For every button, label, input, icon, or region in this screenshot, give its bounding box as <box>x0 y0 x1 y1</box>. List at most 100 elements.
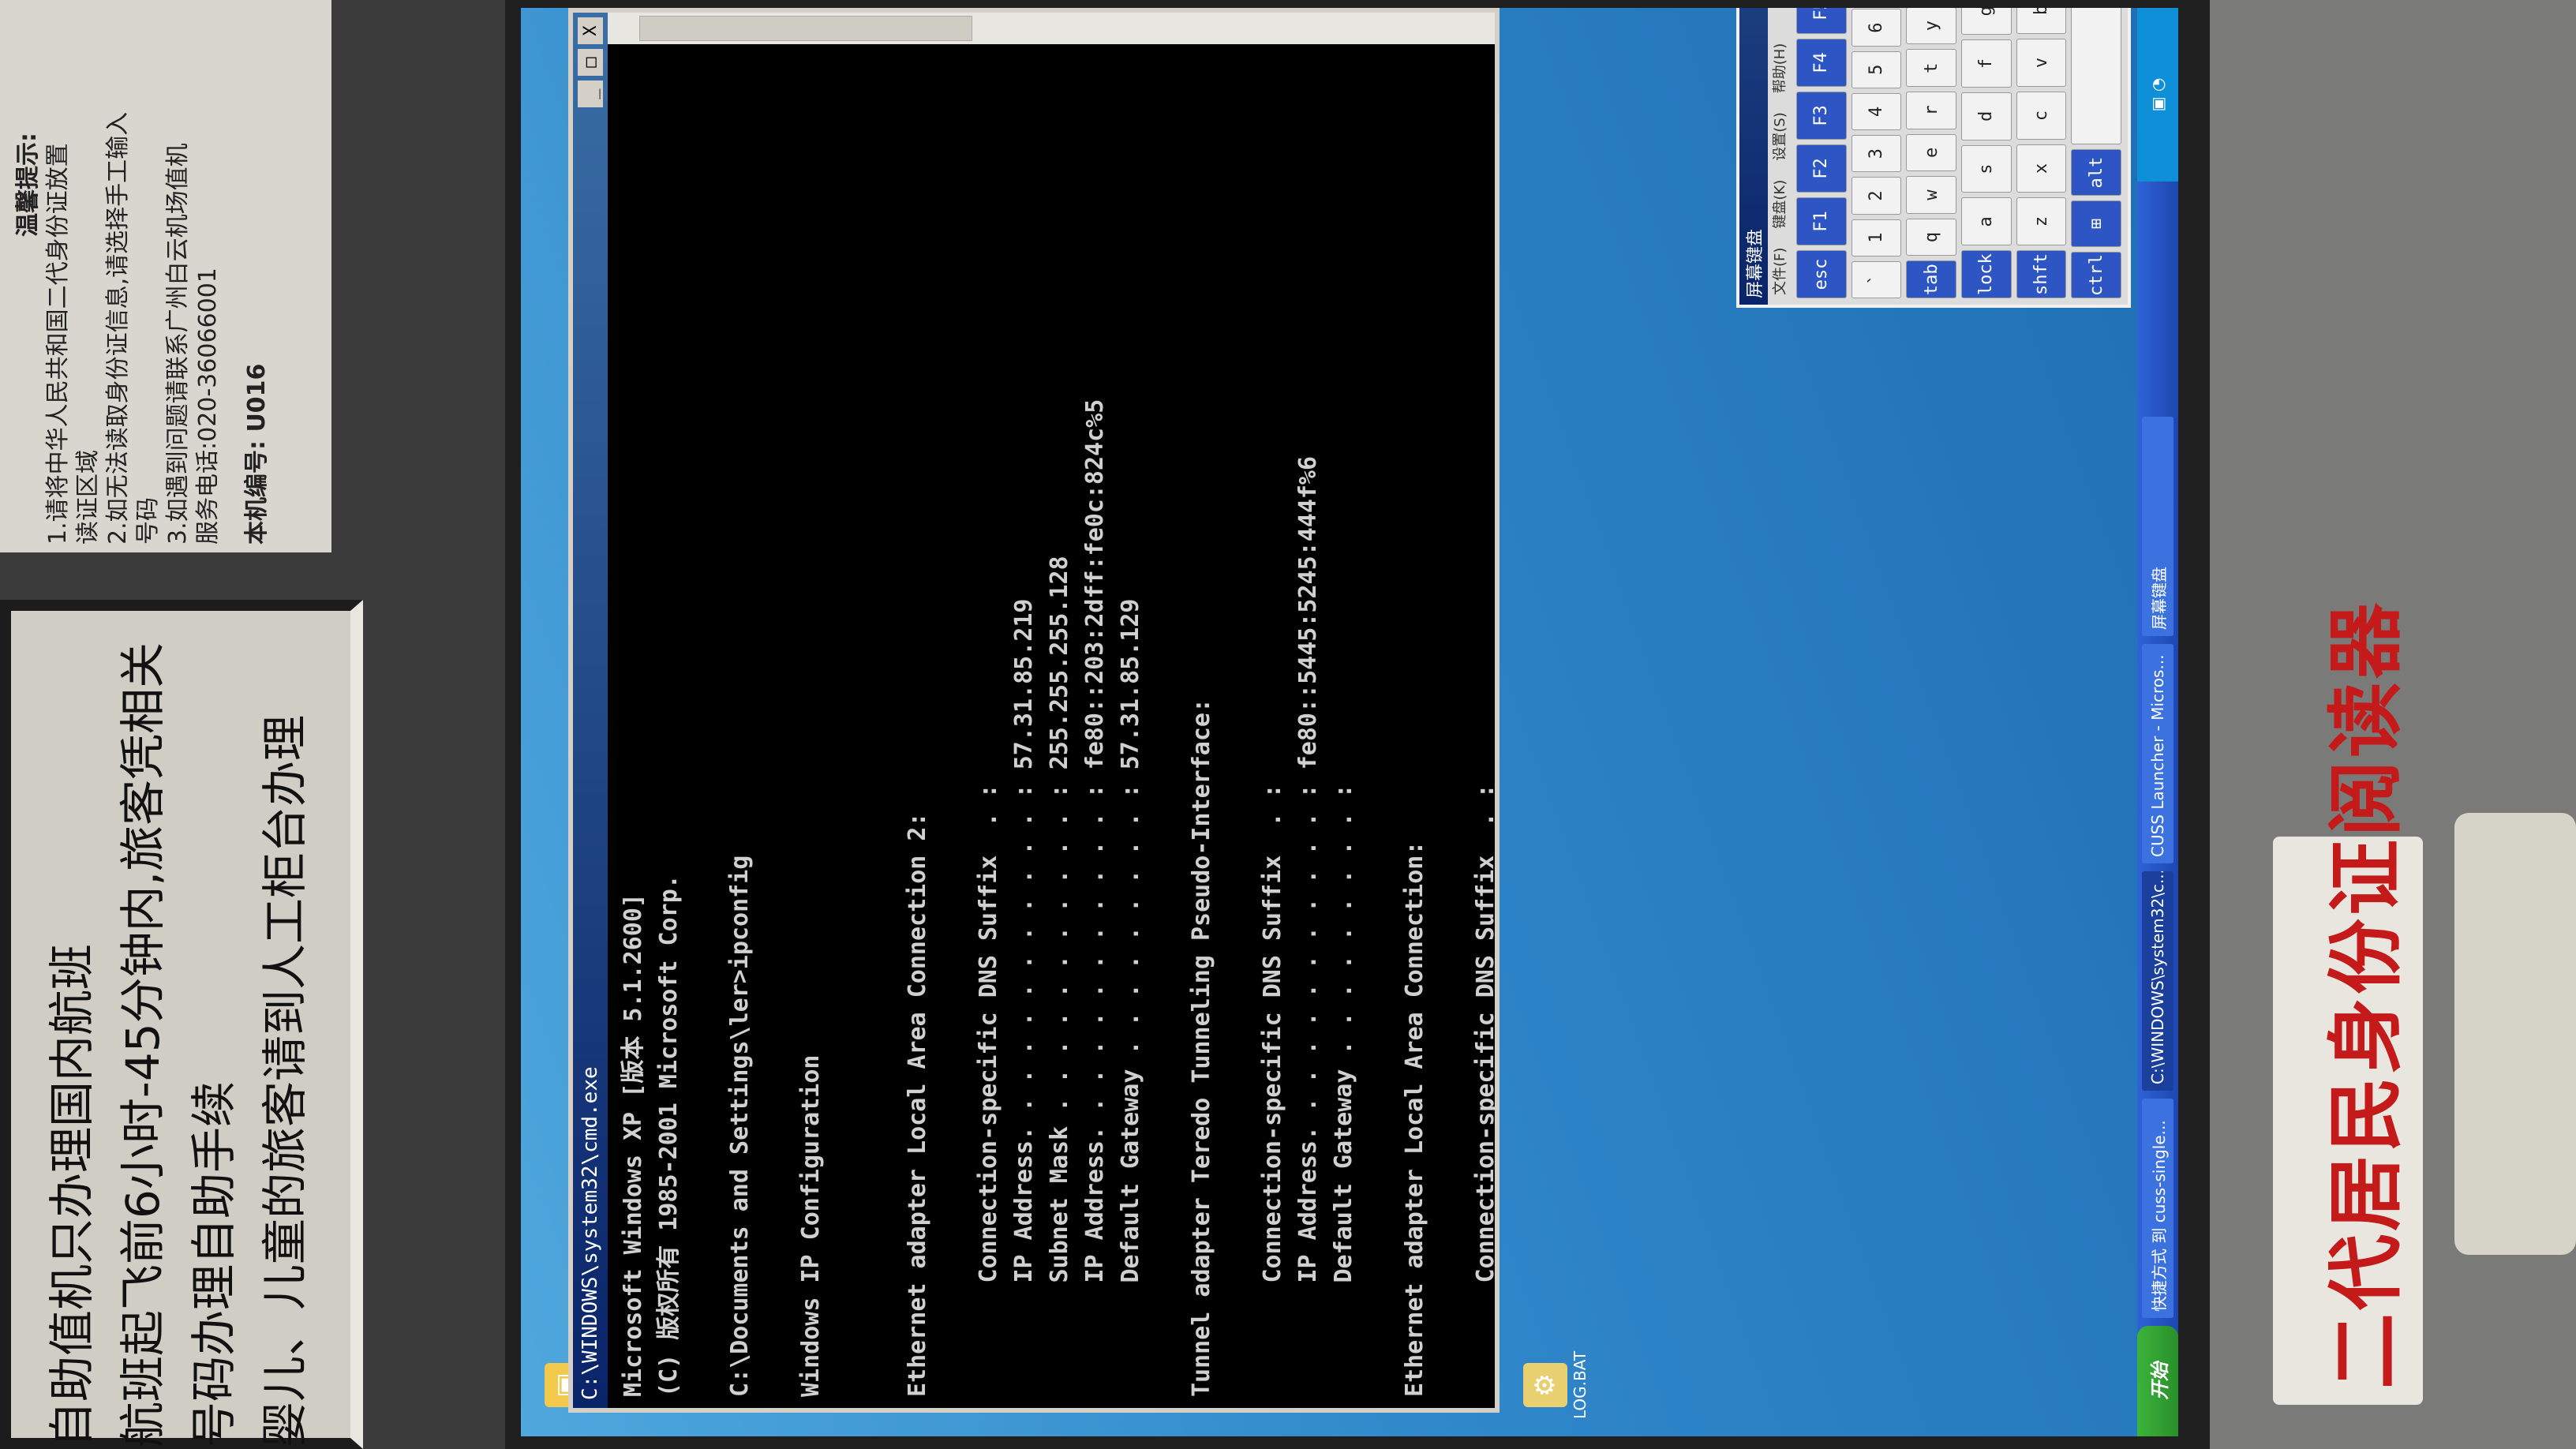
osk-key[interactable]: ctrl <box>2071 252 2122 298</box>
taskbar-item[interactable]: 快捷方式 到 cuss-single... <box>2142 1099 2174 1318</box>
osk-key[interactable]: 2 <box>1851 177 1902 215</box>
desktop-icon-label: LOG.BAT <box>1571 1350 1589 1420</box>
osk-menubar: 文件(F) 键盘(K) 设置(S) 帮助(H) <box>1768 8 1790 305</box>
osk-menu-keyboard[interactable]: 键盘(K) <box>1769 180 1789 229</box>
osk-key-row: lockasdfghjkl;'ent456 <box>1961 8 2012 298</box>
start-button[interactable]: 开始 <box>2137 1326 2178 1436</box>
console-line: C:\Documents and Settings\ler>ipconfig <box>726 855 754 1397</box>
start-label: 开始 <box>2148 1362 2171 1400</box>
osk-menu-settings[interactable]: 设置(S) <box>1769 112 1789 160</box>
osk-key[interactable]: q <box>1906 218 1957 256</box>
osk-key[interactable]: x <box>2016 144 2067 193</box>
osk-key[interactable]: s <box>1961 144 2012 193</box>
instruction-line: 婴儿、儿童的旅客请到人工柜台办理 <box>258 714 312 1447</box>
osk-key[interactable]: w <box>1906 176 1957 214</box>
osk-titlebar[interactable]: 屏幕键盘 <box>1739 8 1768 305</box>
osk-key[interactable]: ` <box>1851 260 1902 298</box>
cmd-scrollbar[interactable] <box>608 13 1495 44</box>
osk-key[interactable]: z <box>2016 197 2067 245</box>
osk-key[interactable]: v <box>2016 39 2067 87</box>
osk-key[interactable]: alt <box>2071 149 2122 197</box>
osk-key[interactable]: F5 <box>1796 8 1847 34</box>
console-line: Ethernet adapter Local Area Connection: <box>1401 841 1428 1397</box>
cmd-window[interactable]: C:\WINDOWS\system32\cmd.exe _ □ X Micros… <box>568 8 1500 1413</box>
osk-key[interactable]: esc <box>1796 250 1847 298</box>
cmd-output[interactable]: Microsoft Windows XP [版本 5.1.2600] (C) 版权… <box>608 44 1495 1408</box>
taskbar-item-cmd[interactable]: C:\WINDOWS\system32\c... <box>2142 871 2174 1091</box>
osk-key-row: `1234567890-=bkspinshmpupnlk/* <box>1851 8 1902 298</box>
maximize-button[interactable]: □ <box>578 49 603 76</box>
osk-key[interactable]: e <box>1906 133 1957 172</box>
id-card-reader <box>2454 813 2576 1255</box>
osk-key[interactable]: f <box>1961 39 2012 88</box>
osk-key[interactable]: F4 <box>1796 39 1847 87</box>
osk-key[interactable] <box>2071 8 2122 145</box>
scrollbar-thumb[interactable] <box>639 16 972 41</box>
osk-key[interactable]: 5 <box>1851 51 1902 88</box>
osk-key[interactable]: 6 <box>1851 9 1902 47</box>
console-line: Connection-specific DNS Suffix . : <box>975 784 1002 1397</box>
osk-menu-file[interactable]: 文件(F) <box>1769 248 1789 295</box>
osk-key[interactable]: t <box>1906 49 1957 88</box>
console-line: Microsoft Windows XP [版本 5.1.2600] <box>620 893 647 1397</box>
system-tray[interactable]: ▣ ◔ <box>2137 8 2178 182</box>
console-line: Default Gateway . . . . . . . . . : 57.3… <box>1117 598 1144 1397</box>
console-line: (C) 版权所有 1985-2001 Microsoft Corp. <box>655 874 683 1397</box>
minimize-button[interactable]: _ <box>578 80 603 107</box>
osk-key-row: tabqwertyuiop[]\delendpdn789 <box>1906 8 1957 298</box>
instruction-board: 自助值机只办理国内航班 航班起飞前6小时-45分钟内,旅客凭相关 号码办理自助手… <box>0 600 363 1449</box>
taskbar: 开始 快捷方式 到 cuss-single... C:\WINDOWS\syst… <box>2137 8 2178 1436</box>
osk-key[interactable]: a <box>1961 197 2012 246</box>
console-line: IP Address. . . . . . . . . . . . : fe80… <box>1294 455 1322 1397</box>
osk-key[interactable]: d <box>1961 92 2012 140</box>
close-button[interactable]: X <box>578 17 603 44</box>
osk-key[interactable]: tab <box>1906 260 1957 298</box>
instruction-line: 航班起飞前6小时-45分钟内,旅客凭相关 <box>116 642 170 1447</box>
console-line: Connection-specific DNS Suffix . : <box>1472 784 1495 1283</box>
tray-icons: ▣ ◔ <box>2148 77 2167 112</box>
osk-key[interactable]: g <box>1961 8 2012 36</box>
osk-key-row: shftzxcvbnm,./shft↑123 <box>2016 8 2067 298</box>
osk-key[interactable]: F3 <box>1796 92 1847 140</box>
console-line: IP Address. . . . . . . . . . . . : fe80… <box>1081 399 1109 1397</box>
osk-key[interactable]: 3 <box>1851 135 1902 173</box>
osk-key[interactable]: lock <box>1961 250 2012 298</box>
id-reader-sign: 二代居民身份证阅读器 <box>2273 600 2423 1405</box>
osk-key[interactable]: 1 <box>1851 219 1902 256</box>
osk-key[interactable]: F1 <box>1796 197 1847 245</box>
batch-file-icon: ⚙ <box>1523 1363 1567 1407</box>
taskbar-item-label: 屏幕键盘 <box>2149 567 2169 630</box>
cmd-titlebar[interactable]: C:\WINDOWS\system32\cmd.exe _ □ X <box>573 13 608 1408</box>
taskbar-item-osk[interactable]: 屏幕键盘 <box>2142 417 2174 636</box>
osk-title: 屏幕键盘 <box>1746 228 1765 298</box>
osk-menu-help[interactable]: 帮助(H) <box>1769 43 1789 94</box>
osk-key[interactable]: b <box>2016 8 2067 34</box>
cmd-title: C:\WINDOWS\system32\cmd.exe <box>578 1066 602 1400</box>
osk-key[interactable]: c <box>2016 92 2067 140</box>
osk-key[interactable]: r <box>1906 92 1957 129</box>
console-line: IP Address. . . . . . . . . . . . : 57.3… <box>1010 598 1038 1397</box>
on-screen-keyboard[interactable]: 屏幕键盘 文件(F) 键盘(K) 设置(S) 帮助(H) esc F1 F2 F3 F4… <box>1736 8 2131 308</box>
instruction-line: 号码办理自助手续 <box>187 1080 241 1447</box>
osk-key[interactable]: y <box>1906 8 1957 45</box>
desktop-screen: ⚙ LOG.BAT ▣ cuss C:\WINDOWS\system32\cmd… <box>521 8 2178 1436</box>
taskbar-item[interactable]: CUSS Launcher - Micros... <box>2142 644 2174 863</box>
console-line: Default Gateway . . . . . . . . . : <box>1330 784 1357 1397</box>
desktop-icon-logbat[interactable]: ⚙ LOG.BAT <box>1523 1350 1589 1421</box>
console-line: Ethernet adapter Local Area Connection 2… <box>904 812 931 1397</box>
console-line: Tunnel adapter Teredo Tunneling Pseudo-I… <box>1188 698 1215 1397</box>
notice-line: 服务电话:020-36066001 <box>194 268 222 545</box>
osk-key[interactable]: shft <box>2016 250 2067 298</box>
osk-key[interactable]: 4 <box>1851 92 1902 131</box>
kiosk-id: 本机编号: U016 <box>243 363 271 545</box>
osk-key[interactable]: ⊞ <box>2071 200 2122 248</box>
kiosk-left-panel: 温馨提示: 1.请将中华人民共和国二代身份证放置 读证区域 2.如无法读取身份证… <box>0 0 505 1449</box>
osk-key[interactable]: F2 <box>1796 144 1847 193</box>
